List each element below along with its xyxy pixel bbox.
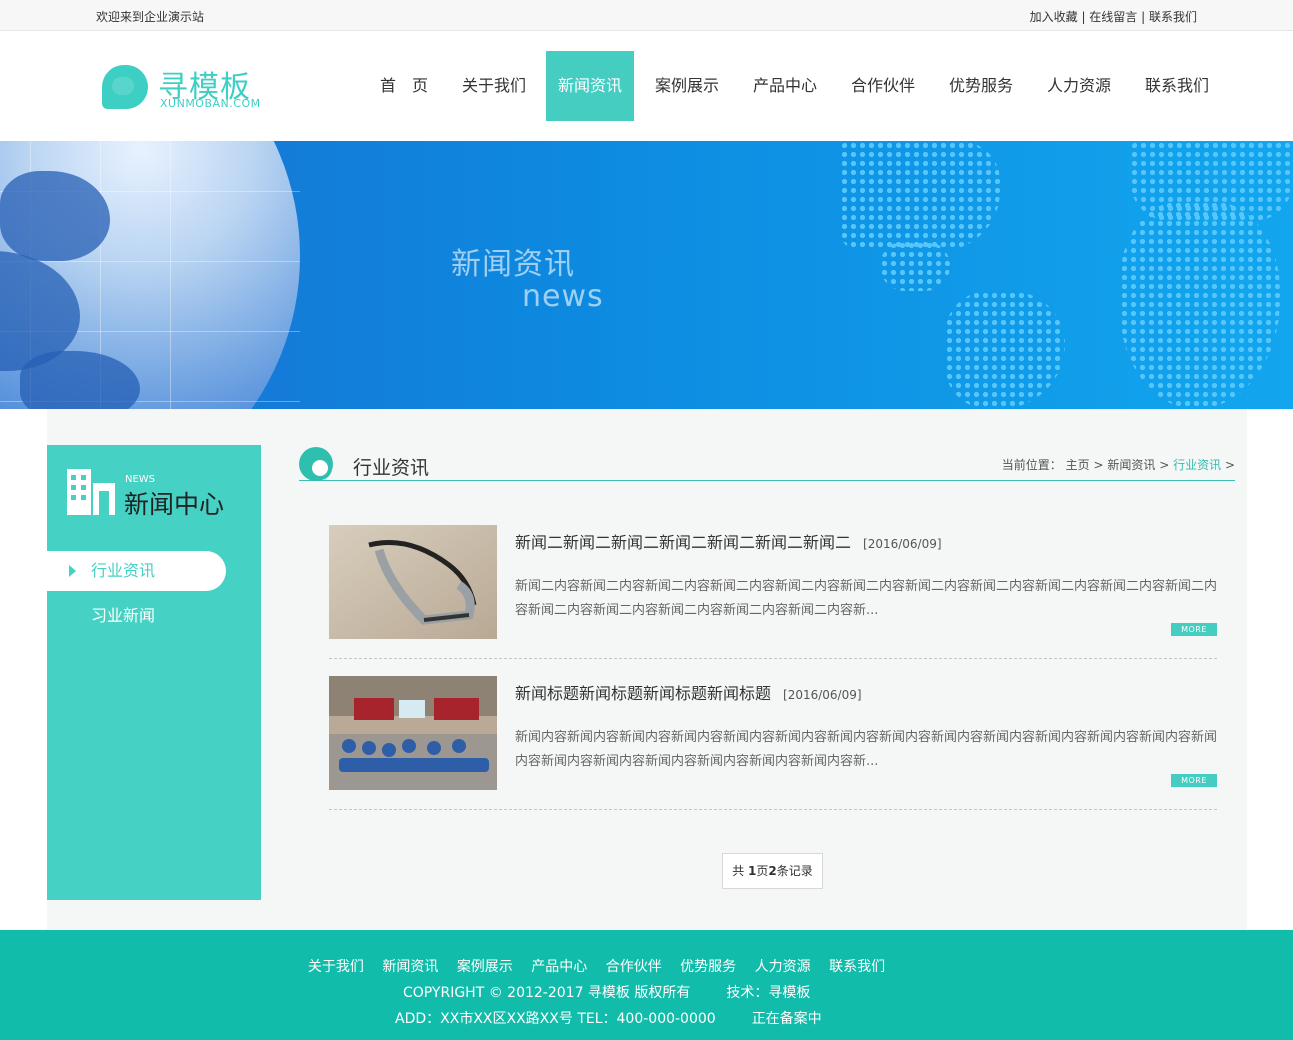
footer-link-partners[interactable]: 合作伙伴: [606, 959, 662, 975]
separator: |: [1077, 10, 1090, 24]
news-item: 新闻二新闻二新闻二新闻二新闻二新闻二新闻二 [2016/06/09] 新闻二内容新…: [329, 525, 1217, 659]
map-dots-america: [840, 141, 1000, 251]
footer-nav: 关于我们 新闻资讯 案例展示 产品中心 合作伙伴 优势服务 人力资源 联系我们: [0, 956, 1193, 976]
online-message-link[interactable]: 在线留言: [1089, 10, 1137, 24]
footer-link-products[interactable]: 产品中心: [531, 959, 587, 975]
footer: 关于我们 新闻资讯 案例展示 产品中心 合作伙伴 优势服务 人力资源 联系我们 …: [0, 930, 1293, 1040]
add-favorite-link[interactable]: 加入收藏: [1030, 10, 1078, 24]
banner-title: 新闻资讯: [451, 247, 575, 282]
separator: |: [1137, 10, 1149, 24]
news-description: 新闻内容新闻内容新闻内容新闻内容新闻内容新闻内容新闻内容新闻内容新闻内容新闻内容…: [515, 730, 1218, 769]
pagination: 共 1页2条记录: [722, 853, 823, 889]
site-logo[interactable]: 寻模板 XUNMOBAN.COM: [102, 62, 272, 112]
news-title[interactable]: 新闻标题新闻标题新闻标题新闻标题 [2016/06/09]: [515, 680, 862, 704]
main-area: NEWS 新闻中心 行业资讯 习业新闻 行业资讯 当前位置： 主页 > 新闻资讯…: [47, 409, 1247, 930]
icp-record: 正在备案中: [751, 1011, 822, 1027]
sidebar-item-industry-news[interactable]: 行业资讯: [47, 551, 226, 591]
breadcrumb: 当前位置： 主页 > 新闻资讯 > 行业资讯 >: [1001, 458, 1235, 472]
news-title[interactable]: 新闻二新闻二新闻二新闻二新闻二新闻二新闻二 [2016/06/09]: [515, 529, 942, 553]
tech-support: 技术：寻模板: [726, 985, 811, 1001]
sidebar: NEWS 新闻中心 行业资讯 习业新闻: [47, 445, 261, 900]
sidebar-en-label: NEWS: [125, 474, 156, 485]
address: ADD：XX市XX区XX路XX号 TEL：400-000-0000: [395, 1011, 716, 1027]
news-date: [2016/06/09]: [783, 688, 862, 702]
footer-link-cases[interactable]: 案例展示: [457, 959, 513, 975]
footer-link-hr[interactable]: 人力资源: [755, 959, 811, 975]
nav-cases[interactable]: 案例展示: [644, 51, 730, 121]
news-thumbnail-meeting[interactable]: [329, 676, 497, 790]
nav-contact[interactable]: 联系我们: [1122, 51, 1232, 121]
nav-home[interactable]: 首 页: [366, 51, 442, 121]
aperture-icon: [299, 447, 333, 481]
footer-address-line: ADD：XX市XX区XX路XX号 TEL：400-000-0000 正在备案中: [395, 1008, 822, 1028]
banner: 新闻资讯 news: [0, 141, 1293, 409]
footer-link-services[interactable]: 优势服务: [680, 959, 736, 975]
globe-graphic: [0, 141, 300, 409]
top-links: 加入收藏 | 在线留言 | 联系我们: [1030, 8, 1197, 25]
more-button[interactable]: MORE: [1171, 774, 1217, 787]
nav-products[interactable]: 产品中心: [730, 51, 840, 121]
header: 寻模板 XUNMOBAN.COM 首 页 关于我们 新闻资讯 案例展示 产品中心…: [0, 31, 1293, 141]
main-nav: 首 页 关于我们 新闻资讯 案例展示 产品中心 合作伙伴 优势服务 人力资源 联…: [366, 51, 1232, 121]
news-thumbnail-glasses[interactable]: [329, 525, 497, 639]
content: 行业资讯 当前位置： 主页 > 新闻资讯 > 行业资讯 > 新闻二新闻二新闻二新…: [299, 445, 1235, 900]
nav-news[interactable]: 新闻资讯: [546, 51, 634, 121]
footer-link-news[interactable]: 新闻资讯: [382, 959, 438, 975]
record-count: 2: [768, 864, 777, 878]
news-date: [2016/06/09]: [863, 537, 942, 551]
nav-services[interactable]: 优势服务: [926, 51, 1036, 121]
breadcrumb-label: 当前位置：: [1001, 458, 1062, 472]
section-title: 行业资讯: [353, 457, 430, 479]
news-description: 新闻二内容新闻二内容新闻二内容新闻二内容新闻二内容新闻二内容新闻二内容新闻二内容…: [515, 579, 1218, 618]
breadcrumb-home[interactable]: 主页: [1066, 458, 1090, 472]
top-bar: 欢迎来到企业演示站 加入收藏 | 在线留言 | 联系我们: [0, 0, 1293, 31]
section-header: 行业资讯 当前位置： 主页 > 新闻资讯 > 行业资讯 >: [299, 445, 1235, 481]
footer-copyright-line: COPYRIGHT © 2012-2017 寻模板 版权所有 技术：寻模板: [403, 982, 810, 1002]
contact-us-link[interactable]: 联系我们: [1149, 10, 1197, 24]
sidebar-title: 新闻中心: [124, 490, 225, 519]
breadcrumb-current[interactable]: 行业资讯: [1173, 458, 1221, 472]
map-dots-africa: [1120, 201, 1280, 409]
sidebar-item-company-news[interactable]: 习业新闻: [47, 596, 226, 636]
nav-about[interactable]: 关于我们: [442, 51, 546, 121]
more-button[interactable]: MORE: [1171, 623, 1217, 636]
copyright: COPYRIGHT © 2012-2017 寻模板 版权所有: [403, 985, 691, 1001]
building-icon: [67, 469, 115, 515]
nav-hr[interactable]: 人力资源: [1036, 51, 1122, 121]
logo-subtitle: XUNMOBAN.COM: [160, 97, 261, 110]
welcome-text: 欢迎来到企业演示站: [96, 10, 205, 24]
nav-partners[interactable]: 合作伙伴: [840, 51, 926, 121]
footer-link-contact[interactable]: 联系我们: [829, 959, 885, 975]
logo-bubble-icon: [102, 65, 148, 109]
banner-subtitle: news: [522, 279, 604, 314]
footer-link-about[interactable]: 关于我们: [308, 959, 364, 975]
breadcrumb-parent[interactable]: 新闻资讯: [1107, 458, 1155, 472]
news-item: 新闻标题新闻标题新闻标题新闻标题 [2016/06/09] 新闻内容新闻内容新闻内…: [329, 676, 1217, 810]
